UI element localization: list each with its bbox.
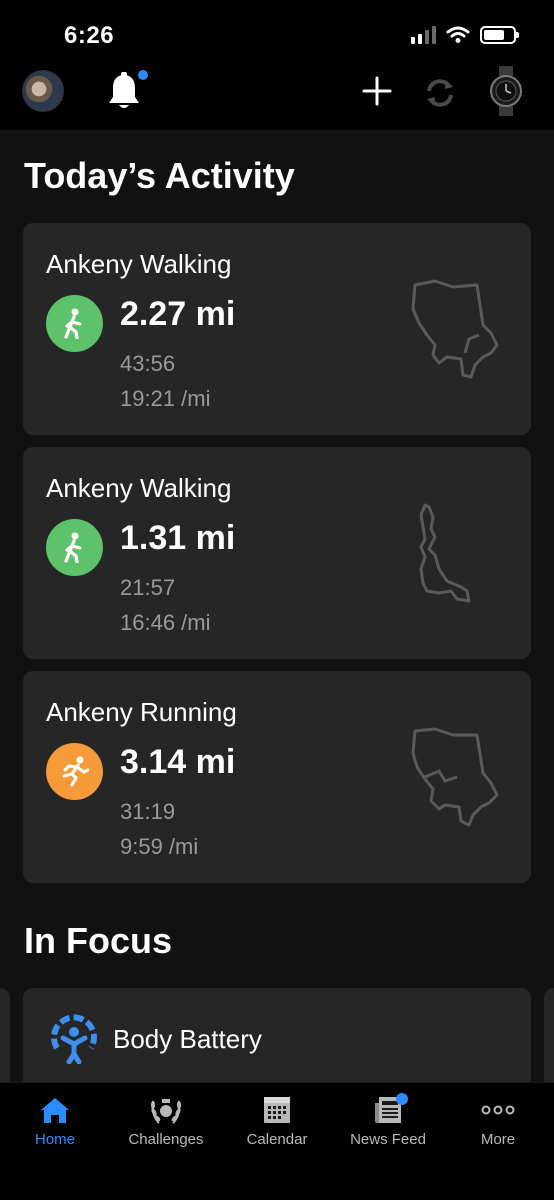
activity-distance: 3.14 mi <box>120 743 236 781</box>
tab-label: News Feed <box>350 1131 426 1148</box>
top-bar: 6:26 <box>0 0 554 130</box>
activity-pace: 16:46 /mi <box>120 610 211 635</box>
route-map-icon <box>411 279 499 379</box>
body-battery-label: Body Battery <box>113 1024 262 1054</box>
more-icon <box>481 1105 515 1115</box>
tab-bar: Home Challenges Calendar News Feed More <box>0 1082 554 1200</box>
walking-icon <box>46 519 103 576</box>
activity-duration: 31:19 <box>120 799 176 824</box>
walking-icon <box>46 295 103 352</box>
garmin-home-screen: 6:26 Today’s Activity Ankeny Walking 2.2… <box>0 0 554 1200</box>
notification-dot <box>138 70 148 80</box>
activity-name: Ankeny Running <box>46 697 237 727</box>
activity-card[interactable]: Ankeny Walking 1.31 mi 21:57 16:46 /mi <box>23 447 531 659</box>
tab-label: Home <box>34 1131 75 1148</box>
plus-icon[interactable] <box>362 76 392 106</box>
battery-icon <box>480 26 519 44</box>
activity-distance: 2.27 mi <box>120 295 236 333</box>
activity-duration: 43:56 <box>120 351 176 376</box>
running-icon <box>46 743 103 800</box>
laurel-icon <box>151 1099 181 1124</box>
body-battery-icon <box>51 1014 97 1064</box>
avatar[interactable] <box>22 70 64 112</box>
watch-icon[interactable] <box>490 66 522 116</box>
tab-more[interactable]: More <box>443 1093 553 1148</box>
calendar-icon <box>264 1097 290 1123</box>
activity-pace: 19:21 /mi <box>120 386 211 411</box>
tab-home[interactable]: Home <box>0 1093 110 1148</box>
bell-icon[interactable] <box>106 72 142 112</box>
previous-focus-card[interactable] <box>0 988 10 1088</box>
route-map-icon <box>419 503 471 603</box>
next-focus-card[interactable] <box>544 988 554 1088</box>
status-icons <box>411 26 519 44</box>
tab-label: More <box>480 1131 516 1148</box>
activity-distance: 1.31 mi <box>120 519 236 557</box>
todays-activity-title: Today’s Activity <box>24 155 295 196</box>
tab-label: Calendar <box>246 1131 308 1148</box>
wifi-icon <box>446 26 470 43</box>
activity-name: Ankeny Walking <box>46 249 232 279</box>
status-time: 6:26 <box>64 22 115 49</box>
sync-icon[interactable] <box>422 75 458 111</box>
activity-pace: 9:59 /mi <box>120 834 199 859</box>
in-focus-title: In Focus <box>24 920 173 961</box>
tab-calendar[interactable]: Calendar <box>222 1093 332 1148</box>
activity-name: Ankeny Walking <box>46 473 232 503</box>
home-icon <box>41 1098 69 1123</box>
tab-label: Challenges <box>128 1131 204 1148</box>
route-map-icon <box>411 727 499 827</box>
cellular-signal-icon <box>411 26 436 44</box>
activity-duration: 21:57 <box>120 575 176 600</box>
activity-card[interactable]: Ankeny Walking 2.27 mi 43:56 19:21 /mi <box>23 223 531 435</box>
activity-card[interactable]: Ankeny Running 3.14 mi 31:19 9:59 /mi <box>23 671 531 883</box>
tab-challenges[interactable]: Challenges <box>111 1093 221 1148</box>
notification-dot <box>396 1093 408 1105</box>
tab-news-feed[interactable]: News Feed <box>333 1093 443 1148</box>
